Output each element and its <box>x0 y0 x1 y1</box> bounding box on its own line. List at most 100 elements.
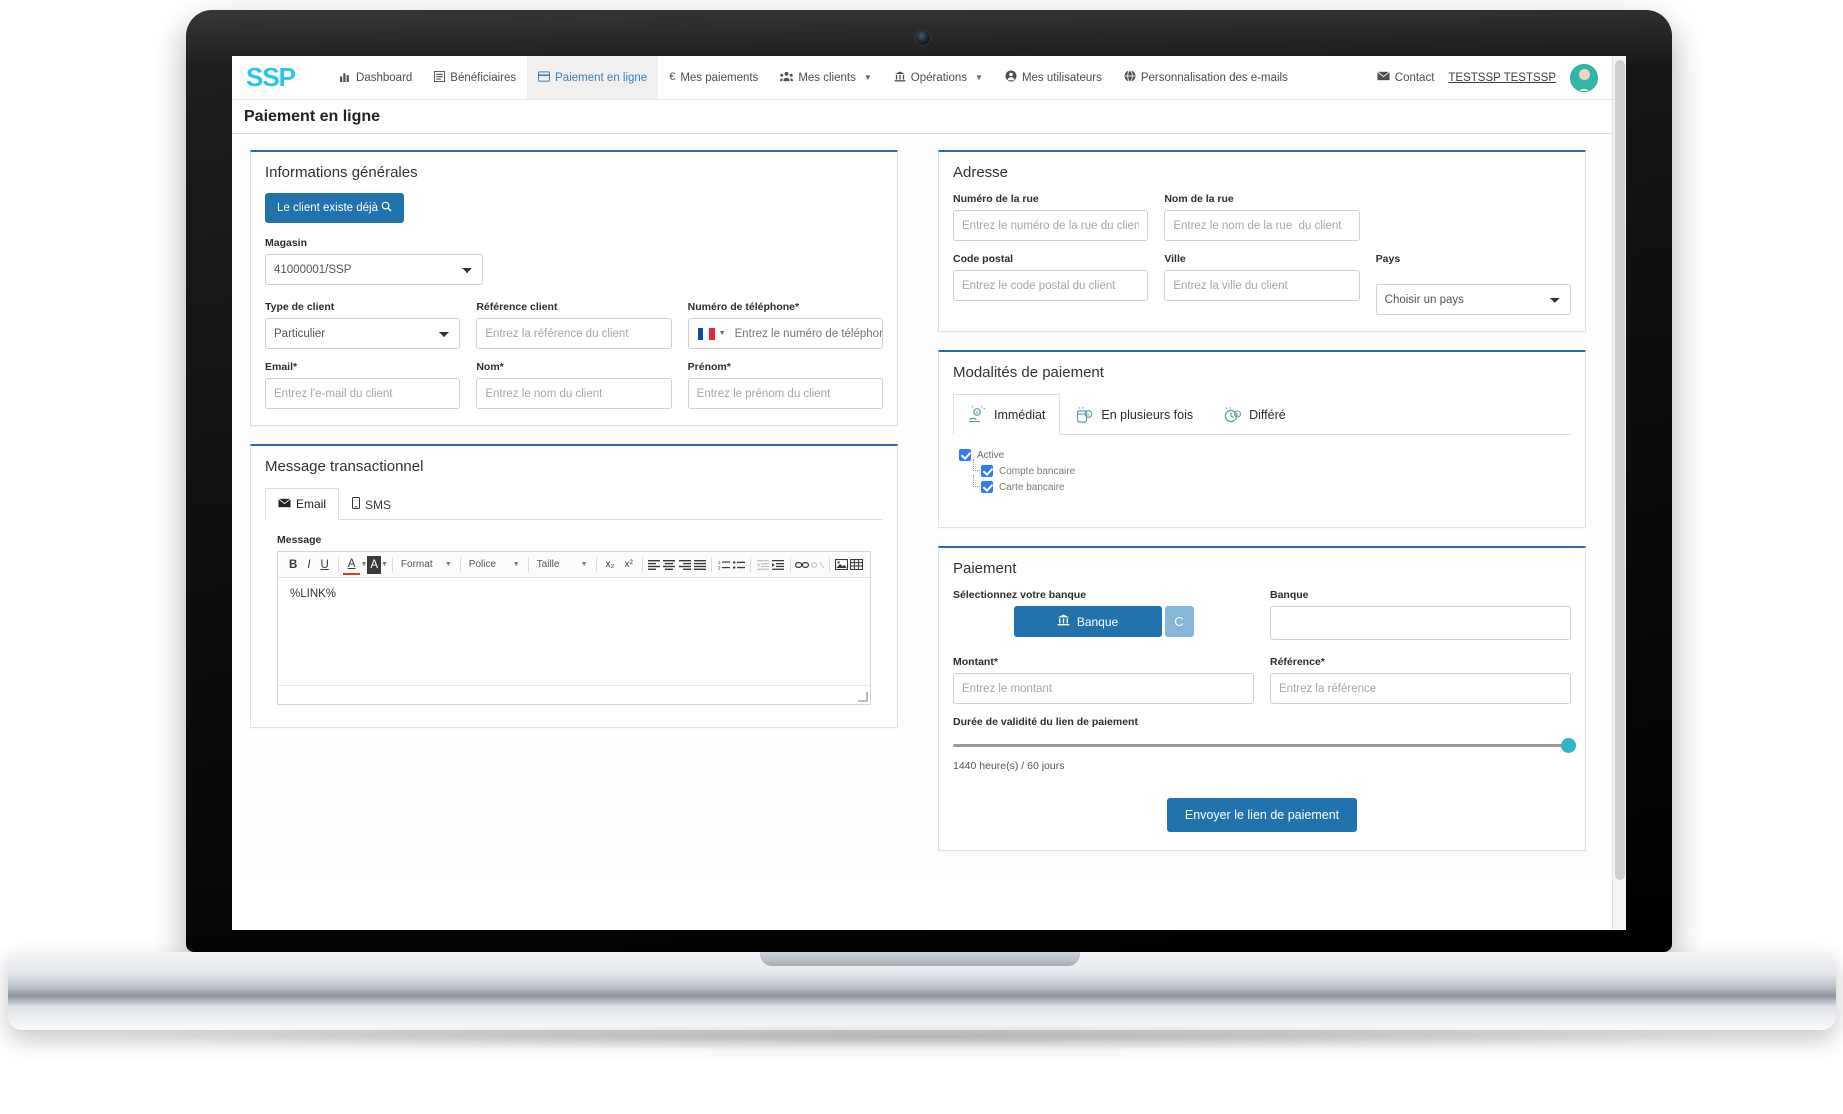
panel-title: Modalités de paiement <box>953 364 1104 381</box>
magasin-select[interactable]: 41000001/SSP <box>265 254 483 285</box>
nav-item-beneficiaires[interactable]: Bénéficiaires <box>423 56 527 99</box>
unlink-icon[interactable] <box>810 557 825 573</box>
chevron-down-icon: ▼ <box>718 330 726 337</box>
telephone-input-wrap[interactable]: ▼ <box>687 318 883 349</box>
tab-sms[interactable]: SMS <box>339 488 404 520</box>
page-scrollbar-thumb[interactable] <box>1615 60 1625 880</box>
svg-text:€: € <box>1088 411 1091 416</box>
nav-item-mes-clients[interactable]: Mes clients ▼ <box>769 56 882 99</box>
check-icon[interactable] <box>959 449 971 461</box>
table-icon[interactable] <box>849 557 864 573</box>
nav-item-mes-utilisateurs[interactable]: Mes utilisateurs <box>994 56 1113 99</box>
existing-client-button[interactable]: Le client existe déjà <box>265 193 405 223</box>
bold-button[interactable]: B <box>284 556 302 574</box>
send-payment-link-button[interactable]: Envoyer le lien de paiement <box>1166 798 1358 832</box>
check-icon[interactable] <box>981 481 993 493</box>
tab-en-plusieurs-fois[interactable]: € En plusieurs fois <box>1060 394 1208 435</box>
ordered-list-icon[interactable]: 12 <box>716 557 731 573</box>
underline-button[interactable]: U <box>316 556 334 574</box>
banque-display-box[interactable] <box>1270 606 1571 640</box>
duree-value-text: 1440 heure(s) / 60 jours <box>953 760 1065 772</box>
code-postal-label: Code postal <box>953 253 1014 265</box>
nav-item-operations[interactable]: Opérations ▼ <box>883 56 994 99</box>
tab-immediat[interactable]: € Immédiat <box>953 394 1061 435</box>
editor-content[interactable]: %LINK% <box>278 578 870 686</box>
montant-label: Montant* <box>953 656 998 668</box>
align-left-icon[interactable] <box>647 557 662 573</box>
toolbar-separator <box>337 557 339 572</box>
chevron-down-icon[interactable]: ▼ <box>381 561 388 568</box>
align-right-icon[interactable] <box>677 557 692 573</box>
ville-label: Ville <box>1164 253 1186 265</box>
numero-rue-input[interactable] <box>953 210 1149 241</box>
checkbox-label: Active <box>977 449 1005 461</box>
unordered-list-icon[interactable] <box>731 557 746 573</box>
user-name-link[interactable]: TESTSSP TESTSSP <box>1448 72 1556 84</box>
format-select[interactable]: Format ▼ <box>397 559 456 570</box>
indent-icon[interactable] <box>770 557 785 573</box>
ville-input[interactable] <box>1164 270 1360 301</box>
page-scrollbar[interactable] <box>1612 56 1626 930</box>
checkbox-row-carte-bancaire[interactable]: Carte bancaire <box>973 475 1571 493</box>
contact-link[interactable]: Contact <box>1376 71 1434 84</box>
toolbar-separator <box>828 557 830 572</box>
slider-thumb[interactable] <box>1561 738 1576 753</box>
code-postal-field: Code postal <box>953 253 1149 301</box>
telephone-input[interactable] <box>732 319 882 348</box>
background-color-button[interactable]: A <box>367 555 382 574</box>
nav-label: Mes paiements <box>680 71 759 84</box>
top-navbar: SSP Dashboard Bénéficiaires Paiement en … <box>232 56 1612 100</box>
nav-item-mes-paiements[interactable]: € Mes paiements <box>658 56 769 99</box>
text-color-button[interactable]: A <box>342 555 361 575</box>
nav-item-personnalisation-emails[interactable]: Personnalisation des e-mails <box>1113 56 1299 99</box>
nav-item-dashboard[interactable]: Dashboard <box>329 56 423 99</box>
prenom-input[interactable] <box>687 378 883 409</box>
nom-input[interactable] <box>476 378 672 409</box>
nav-item-paiement-en-ligne[interactable]: Paiement en ligne <box>527 56 659 99</box>
link-icon[interactable] <box>795 557 810 573</box>
spacer-cell <box>1376 193 1571 241</box>
size-select[interactable]: Taille ▼ <box>533 559 592 570</box>
duree-slider[interactable] <box>953 736 1576 754</box>
montant-input[interactable] <box>953 673 1254 704</box>
image-icon[interactable] <box>834 557 849 573</box>
chevron-down-icon: ▼ <box>975 73 983 82</box>
payment-method-checkbox-tree: Active Compte bancaire Carte bancaire <box>953 435 1571 493</box>
email-input[interactable] <box>265 378 461 409</box>
toolbar-separator <box>527 557 529 572</box>
brand-logo[interactable]: SSP <box>246 62 296 93</box>
align-center-icon[interactable] <box>662 557 677 573</box>
calendar-clock-icon: € <box>1075 406 1094 425</box>
telephone-field: Numéro de téléphone* ▼ <box>687 301 883 349</box>
italic-button[interactable]: I <box>302 556 315 574</box>
checkbox-row-active[interactable]: Active <box>959 449 1571 461</box>
superscript-button[interactable]: x² <box>619 556 637 574</box>
checkbox-row-compte-bancaire[interactable]: Compte bancaire <box>973 459 1571 477</box>
slider-track <box>953 744 1571 747</box>
ville-field: Ville <box>1164 253 1360 301</box>
align-justify-icon[interactable] <box>692 557 707 573</box>
avatar[interactable] <box>1570 63 1598 92</box>
font-select[interactable]: Police ▼ <box>465 559 524 570</box>
outdent-icon[interactable] <box>755 557 770 573</box>
bank-button[interactable]: Banque <box>1013 606 1162 637</box>
card-icon <box>538 70 551 85</box>
editor-resize-handle[interactable] <box>278 686 870 704</box>
type-client-select[interactable]: Particulier <box>265 318 461 349</box>
navbar-right: Contact TESTSSP TESTSSP <box>1376 63 1608 92</box>
svg-text:1: 1 <box>718 560 721 565</box>
pays-select[interactable]: Choisir un pays <box>1375 284 1571 315</box>
tab-differe[interactable]: € Différé <box>1208 394 1301 435</box>
code-postal-input[interactable] <box>953 270 1149 301</box>
browser-viewport: SSP Dashboard Bénéficiaires Paiement en … <box>232 56 1626 930</box>
police-label: Police <box>468 559 497 570</box>
chevron-down-icon[interactable]: ▼ <box>360 561 367 568</box>
nom-rue-input[interactable] <box>1164 210 1360 241</box>
refresh-icon-button[interactable]: C <box>1164 606 1194 637</box>
reference-client-input[interactable] <box>476 318 672 349</box>
chevron-down-icon: ▼ <box>863 73 872 82</box>
reference-input[interactable] <box>1270 673 1571 704</box>
check-icon[interactable] <box>981 465 993 477</box>
subscript-button[interactable]: x₂ <box>601 556 620 574</box>
tab-email[interactable]: Email <box>265 488 340 520</box>
